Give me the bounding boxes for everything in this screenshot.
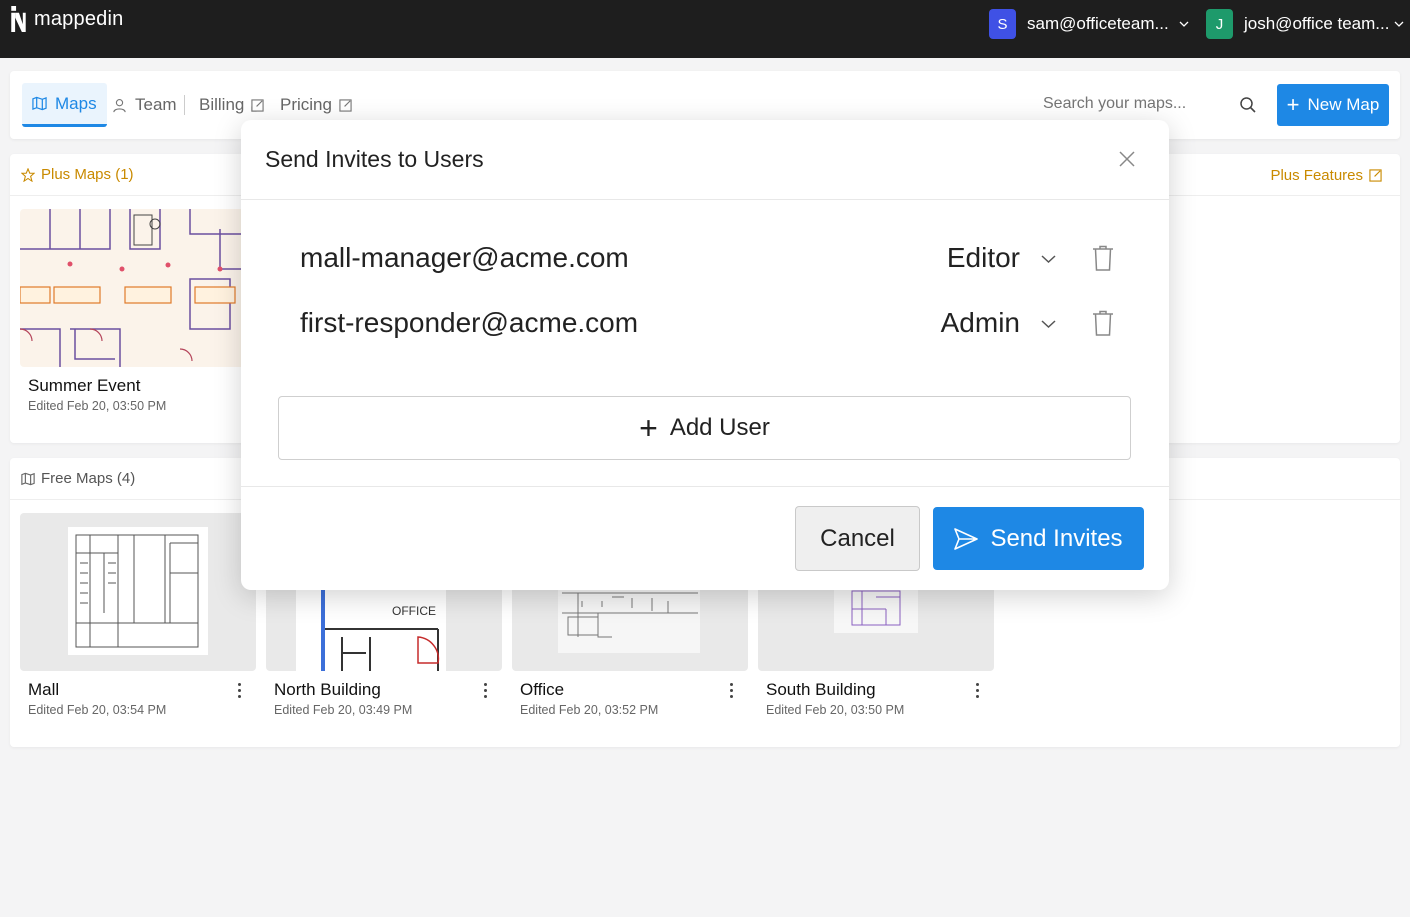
map-title: South Building [766, 680, 876, 699]
trash-icon[interactable] [1092, 245, 1114, 271]
cancel-button[interactable]: Cancel [795, 506, 920, 571]
close-icon[interactable] [1119, 151, 1135, 167]
map-edited-date: Edited Feb 20, 03:50 PM [28, 399, 167, 413]
search-icon[interactable] [1239, 96, 1257, 114]
map-thumbnail [20, 209, 256, 367]
send-invites-label: Send Invites [990, 524, 1123, 552]
search-input[interactable] [1043, 95, 1223, 113]
role-value: Editor [946, 242, 1020, 273]
send-invites-modal: Send Invites to Users mall-manager@acme.… [241, 120, 1169, 590]
tab-team[interactable]: Team [102, 83, 187, 127]
tab-divider [184, 95, 185, 115]
tab-maps[interactable]: Maps [22, 83, 107, 127]
more-options-icon[interactable] [238, 683, 242, 699]
map-title: North Building [274, 680, 381, 699]
map-card[interactable]: Summer Event Edited Feb 20, 03:50 PM [20, 209, 259, 413]
chevron-down-icon [1179, 21, 1189, 27]
account-label: josh@office team... [1244, 14, 1390, 33]
map-icon [21, 472, 35, 485]
map-edited-date: Edited Feb 20, 03:49 PM [274, 703, 413, 717]
divider [241, 199, 1169, 200]
account-label: sam@officeteam... [1027, 14, 1169, 33]
invite-email: first-responder@acme.com [300, 307, 639, 338]
divider [241, 486, 1169, 487]
section-title: Plus Maps (1) [41, 166, 134, 183]
map-icon [32, 96, 47, 111]
role-value: Admin [940, 307, 1020, 338]
external-link-icon [339, 98, 352, 112]
more-options-icon[interactable] [730, 683, 734, 699]
external-link-icon [1369, 169, 1382, 182]
map-edited-date: Edited Feb 20, 03:52 PM [520, 703, 659, 717]
plus-icon: + [1286, 92, 1300, 117]
map-title: Mall [28, 680, 60, 699]
app-logo[interactable]: mappedin [10, 6, 123, 32]
more-options-icon[interactable] [484, 683, 488, 699]
mappedin-logo-icon [11, 6, 26, 32]
external-link-icon [251, 98, 264, 112]
map-edited-date: Edited Feb 20, 03:54 PM [28, 703, 167, 717]
role-select[interactable]: Admin [900, 303, 1062, 347]
map-title: Office [520, 680, 565, 699]
map-thumbnail [20, 513, 256, 671]
plus-features-label: Plus Features [1270, 167, 1363, 184]
send-icon [954, 527, 979, 550]
map-title: Summer Event [28, 376, 141, 395]
avatar: S [989, 9, 1016, 39]
trash-icon[interactable] [1092, 310, 1114, 336]
tab-label: Pricing [280, 95, 332, 114]
plus-icon: + [639, 410, 658, 446]
new-map-label: New Map [1307, 95, 1380, 114]
chevron-down-icon [1041, 255, 1056, 264]
chevron-down-icon [1041, 320, 1056, 329]
tab-label: Maps [55, 93, 97, 113]
account-switcher-josh[interactable]: J josh@office team... [1206, 8, 1405, 40]
new-map-button[interactable]: + New Map [1277, 84, 1389, 126]
modal-title: Send Invites to Users [265, 146, 484, 172]
add-user-button[interactable]: + Add User [278, 396, 1131, 460]
more-options-icon[interactable] [976, 683, 980, 699]
avatar: J [1206, 9, 1233, 39]
plus-features-link[interactable]: Plus Features [1270, 167, 1382, 184]
invite-email: mall-manager@acme.com [300, 242, 629, 273]
add-user-label: Add User [669, 414, 770, 441]
role-select[interactable]: Editor [900, 238, 1062, 282]
app-name: mappedin [34, 7, 124, 30]
tab-label: Billing [199, 95, 245, 114]
section-title: Free Maps (4) [41, 470, 136, 487]
account-switcher-sam[interactable]: S sam@officeteam... [989, 8, 1190, 40]
tab-label: Team [135, 95, 177, 114]
thumbnail-room-label: OFFICE [392, 604, 436, 618]
user-icon [113, 98, 126, 112]
map-card[interactable]: Mall Edited Feb 20, 03:54 PM [20, 513, 256, 717]
map-edited-date: Edited Feb 20, 03:50 PM [766, 703, 905, 717]
chevron-down-icon [1395, 21, 1404, 27]
send-invites-button[interactable]: Send Invites [933, 507, 1144, 570]
top-bar: mappedin S sam@officeteam... J josh@offi… [0, 0, 1410, 58]
star-icon [21, 167, 35, 182]
